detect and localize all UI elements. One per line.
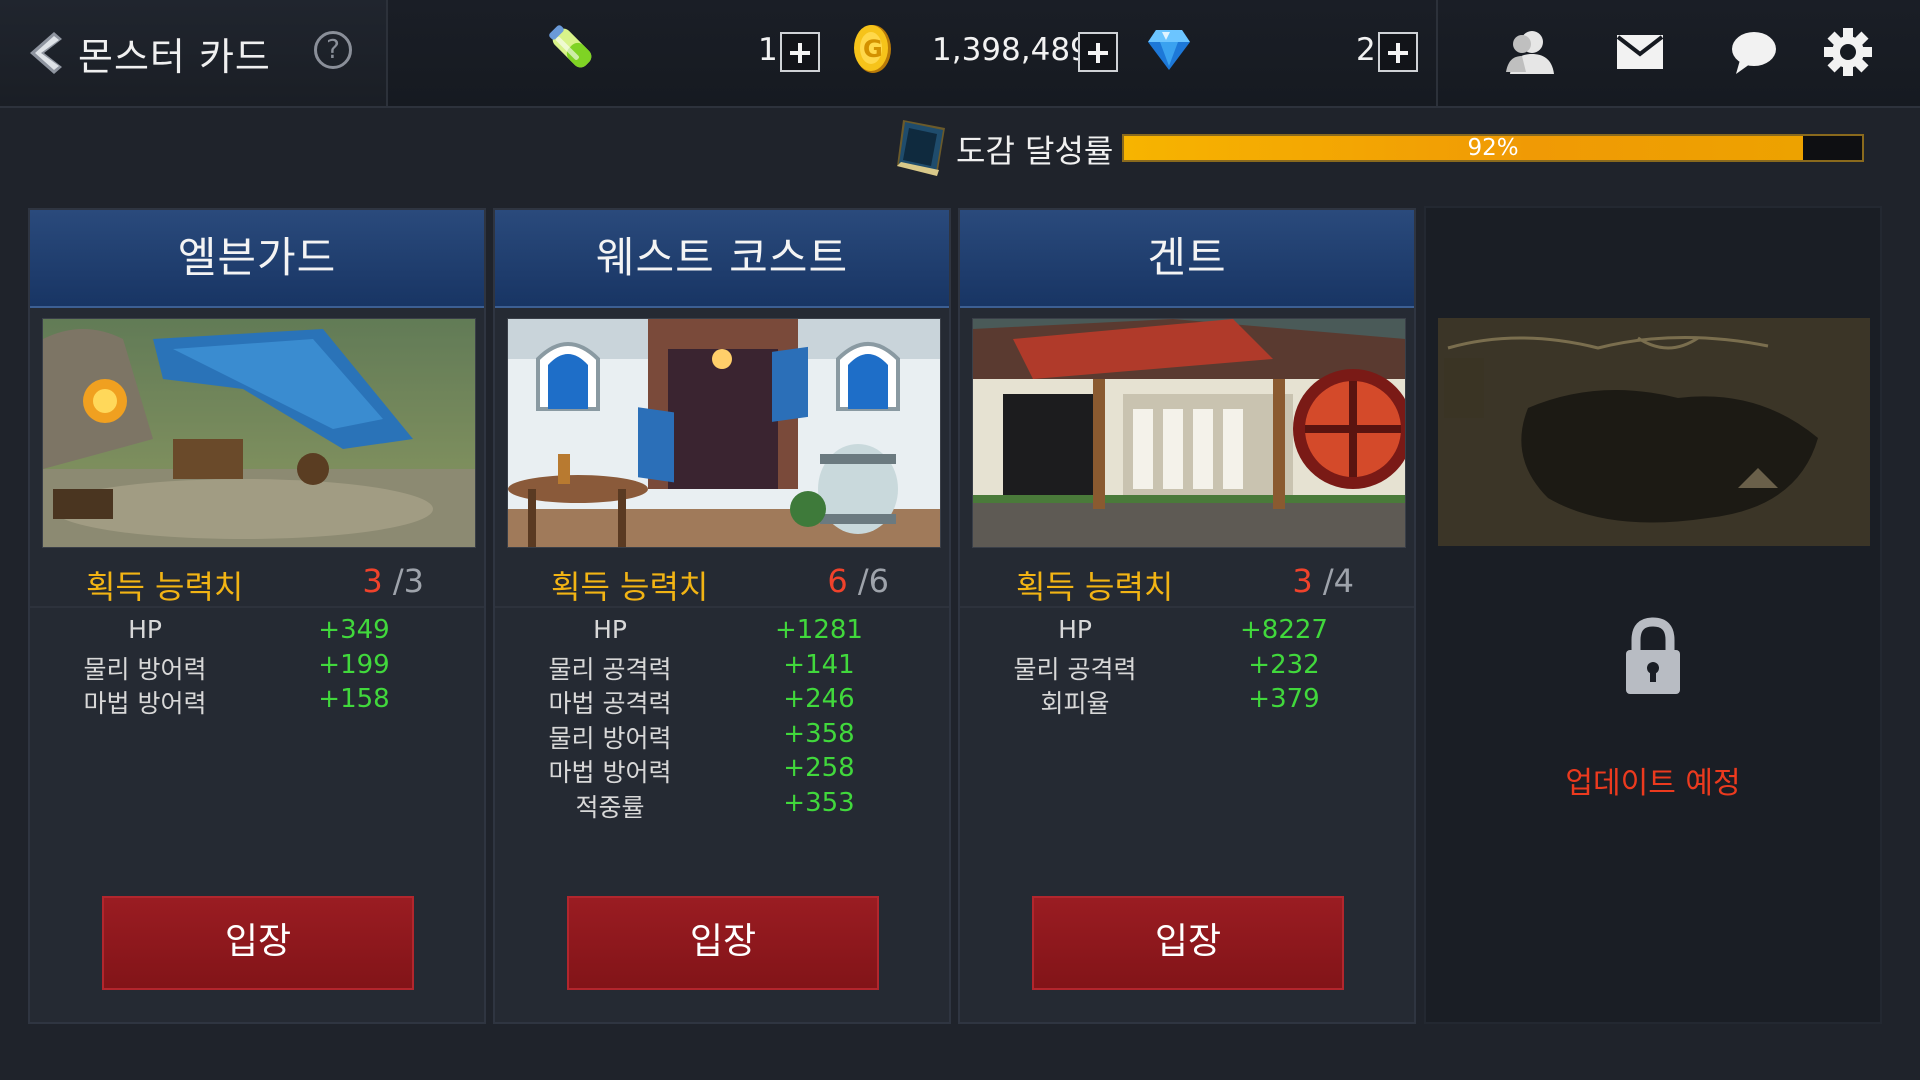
stat-row: 마법 방어력 +258 <box>495 750 949 787</box>
card-image-gent <box>972 318 1406 548</box>
stat-value: +1281 <box>775 615 863 645</box>
card-image-locked-map <box>1438 318 1870 546</box>
stat-value: +358 <box>783 718 855 749</box>
stat-row: 물리 공격력 +232 <box>960 647 1414 684</box>
stat-name: 회피율 <box>1040 689 1110 718</box>
card-locked: 업데이트 예정 <box>1424 206 1882 1024</box>
stat-count-current: 3 <box>1292 562 1313 600</box>
svg-text:G: G <box>863 35 883 63</box>
enter-button[interactable]: 입장 <box>102 896 414 990</box>
stat-row: HP +8227 <box>960 612 1414 647</box>
stat-name: HP <box>1058 615 1092 644</box>
help-button[interactable]: ? <box>314 31 352 69</box>
stat-count: 3 /4 <box>1292 562 1354 600</box>
card-west-coast: 웨스트 코스트 획득 능력치 6 /6 HP +1281 물리 공격력 +141… <box>493 208 951 1024</box>
card-header: 겐트 <box>960 210 1414 308</box>
add-diamond-button[interactable] <box>1378 32 1418 72</box>
page-title: 몬스터 카드 <box>78 35 271 79</box>
stat-row: 물리 공격력 +141 <box>495 647 949 684</box>
stat-heading-label: 획득 능력치 <box>1016 568 1174 606</box>
stat-header: 획득 능력치 3 /3 <box>30 552 484 608</box>
chevron-left-icon[interactable] <box>28 30 68 76</box>
stat-row: 회피율 +379 <box>960 681 1414 718</box>
stat-heading-label: 획득 능력치 <box>86 568 244 606</box>
card-header: 엘븐가드 <box>30 210 484 308</box>
stat-value: +158 <box>318 684 390 714</box>
stat-row: HP +349 <box>30 612 484 647</box>
stat-row: 마법 공격력 +246 <box>495 681 949 718</box>
diamond-value: 2 <box>1356 32 1376 68</box>
card-elvenguard: 엘븐가드 획득 능력치 3 /3 HP +349 물리 방어력 +199 마법 … <box>28 208 486 1024</box>
stat-value: +141 <box>783 649 855 680</box>
add-energy-button[interactable] <box>780 32 820 72</box>
card-title: 겐트 <box>1147 233 1227 282</box>
card-image-west-coast <box>507 318 941 548</box>
stat-value: +349 <box>318 615 390 645</box>
stat-value: +258 <box>783 753 855 783</box>
stat-row: 물리 방어력 +358 <box>495 716 949 753</box>
diamond-counter: 2 <box>1350 24 1430 80</box>
energy-potion-icon <box>549 25 592 68</box>
stat-row: 마법 방어력 +158 <box>30 681 484 718</box>
stat-count-current: 3 <box>362 562 383 600</box>
stat-value: +379 <box>1248 684 1320 714</box>
stat-list: HP +1281 물리 공격력 +141 마법 공격력 +246 물리 방어력 … <box>495 612 949 822</box>
collection-progress-bar: 92% <box>1122 134 1864 162</box>
stat-row: HP +1281 <box>495 612 949 647</box>
update-scheduled-text: 업데이트 예정 <box>1565 766 1741 801</box>
mail-icon[interactable] <box>1616 34 1664 70</box>
stat-list: HP +349 물리 방어력 +199 마법 방어력 +158 <box>30 612 484 718</box>
diamond-gem-icon <box>1148 30 1190 70</box>
gold-coin-icon: G <box>854 25 891 73</box>
stat-count-total: /6 <box>857 562 889 600</box>
friends-icon[interactable] <box>1504 26 1556 78</box>
stat-header: 획득 능력치 6 /6 <box>495 552 949 608</box>
enter-button[interactable]: 입장 <box>1032 896 1344 990</box>
stat-name: HP <box>593 615 627 644</box>
stat-name: 적중률 <box>575 792 645 822</box>
card-title: 웨스트 코스트 <box>595 233 849 282</box>
top-bar-divider <box>1436 0 1438 106</box>
stat-heading-label: 획득 능력치 <box>551 568 709 606</box>
chat-icon[interactable] <box>1730 30 1778 76</box>
stat-row: 물리 방어력 +199 <box>30 647 484 684</box>
stat-name: HP <box>128 615 162 644</box>
enter-button[interactable]: 입장 <box>567 896 879 990</box>
stat-value: +232 <box>1248 649 1320 680</box>
card-title: 엘븐가드 <box>177 233 337 282</box>
stat-name: 마법 방어력 <box>83 689 207 718</box>
settings-gear-icon[interactable] <box>1822 26 1874 78</box>
stat-count-total: /3 <box>392 562 424 600</box>
stat-count-current: 6 <box>827 562 848 600</box>
gold-counter: 1,398,489 <box>930 24 1130 80</box>
energy-counter: 1 <box>750 24 830 80</box>
stat-count-total: /4 <box>1322 562 1354 600</box>
lock-icon <box>1626 617 1680 694</box>
card-gent: 겐트 획득 능력치 3 /4 HP +8227 물리 공격력 +232 회피율 … <box>958 208 1416 1024</box>
collection-progress-text: 92% <box>1467 135 1519 161</box>
stat-list: HP +8227 물리 공격력 +232 회피율 +379 <box>960 612 1414 718</box>
stat-row: 적중률 +353 <box>495 785 949 822</box>
card-header: 웨스트 코스트 <box>495 210 949 308</box>
energy-value: 1 <box>758 32 778 68</box>
stat-value: +353 <box>783 787 855 818</box>
stat-value: +246 <box>783 684 855 714</box>
stat-header: 획득 능력치 3 /4 <box>960 552 1414 608</box>
top-bar: 몬스터 카드 ? 1 G 1,398,489 2 <box>0 0 1920 108</box>
collection-book-icon <box>897 120 945 176</box>
stat-count: 6 /6 <box>827 562 889 600</box>
stat-value: +199 <box>318 649 390 680</box>
card-image-elvenguard <box>42 318 476 548</box>
collection-rate-label: 도감 달성률 <box>956 132 1114 170</box>
stat-count: 3 /3 <box>362 562 424 600</box>
gold-value: 1,398,489 <box>932 32 1090 68</box>
back-navigation[interactable]: 몬스터 카드 ? <box>0 0 388 106</box>
stat-value: +8227 <box>1240 615 1328 645</box>
add-gold-button[interactable] <box>1078 32 1118 72</box>
